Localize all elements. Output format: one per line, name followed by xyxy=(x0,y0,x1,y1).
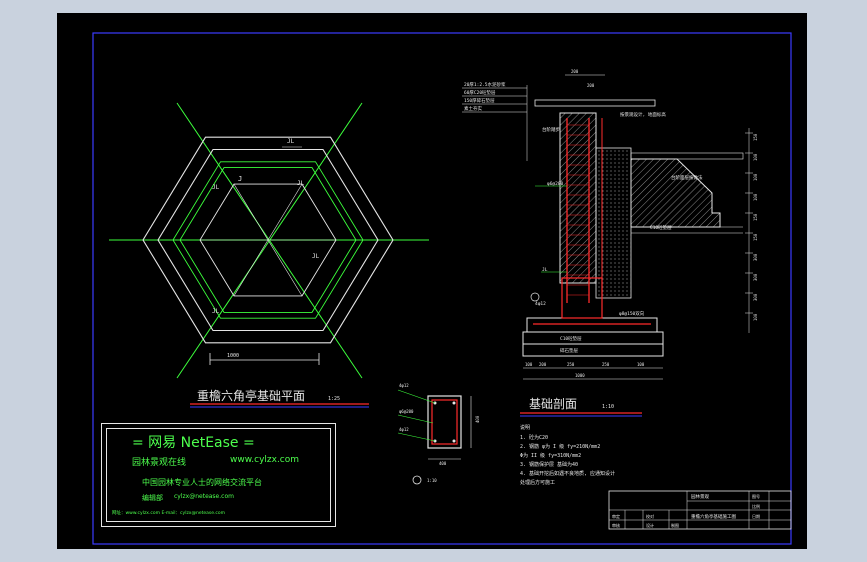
right-dim: 150 xyxy=(753,133,758,141)
detail-width: 400 xyxy=(439,461,447,466)
note-4: 3. 钢筋保护层 基础为40 xyxy=(520,461,578,468)
rebar-label-4: 4φ12 xyxy=(535,301,546,307)
jl-label-mid: JL xyxy=(297,180,305,187)
right-dim: 150 xyxy=(753,233,758,241)
right-dim: 100 xyxy=(753,313,758,321)
backfill xyxy=(595,147,632,299)
tb-cell-3: 校对 xyxy=(646,513,654,519)
detail-marker xyxy=(412,475,422,485)
hex-spoke xyxy=(233,239,269,297)
top-dim-1: 200 xyxy=(571,69,579,74)
tb-cell-2: 审核 xyxy=(612,522,620,528)
foundation-section: 20厚1:2.5水泥砂浆 60厚C20砼垫层 150厚碎石垫层 素土夯实 按景观… xyxy=(462,69,758,417)
jl-label-left: JL xyxy=(212,184,220,191)
tb-cell-7: 比例 xyxy=(752,503,760,509)
bottom-dim: 250 xyxy=(602,362,610,367)
tb-cell-1: 审定 xyxy=(612,513,620,519)
layer-label-3: 150厚碎石垫层 xyxy=(464,97,495,104)
bottom-dim: 250 xyxy=(567,362,575,367)
stirrup xyxy=(431,399,458,445)
hex-spoke xyxy=(267,239,303,297)
detail-label-3: 4φ12 xyxy=(399,427,409,432)
stamp-tagline: 中国园林专业人士的网络交流平台 xyxy=(142,478,262,487)
gravel-label: 碎石垫层 xyxy=(560,347,578,354)
jl-label-bottom: JL xyxy=(212,308,220,315)
footing xyxy=(526,317,658,333)
notes: 说明 1. 砼为C20 2. 钢筋 φ为 I 级 fy=210N/mm2 Φ为 … xyxy=(520,424,615,486)
layer-label-2: 60厚C20砼垫层 xyxy=(464,89,496,96)
section-scale: 1:10 xyxy=(602,404,614,410)
stamp-url[interactable]: www.cylzx.com xyxy=(230,455,299,465)
detail-scale: 1:10 xyxy=(427,478,437,483)
note-1: 1. 砼为C20 xyxy=(520,434,548,441)
stamp-footer: 网址：www.cylzx.com E-mail：cylzx@netease.co… xyxy=(112,511,226,516)
stamp-brand: = 网易 NetEase = xyxy=(132,435,255,451)
gravel-pad xyxy=(522,343,664,357)
right-dim: 300 xyxy=(753,253,758,261)
hexagon-plan: 1000 JL J JL JL JL JL 重檐六角亭基础平面 1:25 xyxy=(109,102,429,408)
tb-cell-6: 图号 xyxy=(752,493,760,499)
side-label: 台阶踏步 xyxy=(542,126,560,133)
tb-drawing: 重檐六角亭基础施工图 xyxy=(691,513,736,520)
plan-scale: 1:25 xyxy=(328,396,340,402)
right-dim: 100 xyxy=(753,193,758,201)
wall-column xyxy=(559,112,597,284)
beam-outline xyxy=(427,395,462,449)
right-dim: 300 xyxy=(753,273,758,281)
plan-dim-text: 1000 xyxy=(227,353,239,359)
section-title: 基础剖面 xyxy=(529,397,577,411)
note-3: Φ为 II 级 fy=310N/mm2 xyxy=(520,452,581,459)
right-dim: 150 xyxy=(753,213,758,221)
tb-cell-8: 日期 xyxy=(752,513,760,519)
jl-label-top: JL xyxy=(287,138,295,145)
tb-cell-5: 制图 xyxy=(671,522,679,528)
step-slab xyxy=(630,158,721,228)
tb-cell-4: 设计 xyxy=(646,522,654,528)
stamp-email-label: 编辑部 xyxy=(142,494,163,502)
stamp-email[interactable]: cylzx@netease.com xyxy=(174,493,234,500)
plan-title: 重檐六角亭基础平面 xyxy=(197,388,305,403)
top-dim-2: 200 xyxy=(587,83,595,88)
jl-label-right: JL xyxy=(312,253,320,260)
hex-spoke xyxy=(267,183,303,241)
right-dim: 100 xyxy=(753,173,758,181)
layer-label-4: 素土夯实 xyxy=(464,105,482,112)
bottom-dim: 100 xyxy=(637,362,645,367)
section-total-dim: 1000 xyxy=(575,373,585,378)
stamp-subtitle: 园林景观在线 xyxy=(132,458,187,468)
j-label: J xyxy=(238,175,242,183)
note-2: 2. 钢筋 φ为 I 级 fy=210N/mm2 xyxy=(520,443,600,450)
note-5: 4. 基础开挖后如遇不良地质, 应通知设计 xyxy=(520,470,615,477)
c10-label: C10砼垫层 xyxy=(650,224,672,231)
notes-heading: 说明 xyxy=(520,424,530,431)
layer-label-1: 20厚1:2.5水泥砂浆 xyxy=(464,81,506,88)
title-block: 园林景观 重檐六角亭基础施工图 审定 审核 校对 设计 制图 图号 比例 日期 xyxy=(608,490,792,530)
netease-stamp: = 网易 NetEase = 园林景观在线 www.cylzx.com 中国园林… xyxy=(101,423,336,527)
top-note: 按景观设计, 地面标高 xyxy=(620,111,666,118)
right-dim: 100 xyxy=(753,153,758,161)
right-dim: 300 xyxy=(753,293,758,301)
detail-height: 400 xyxy=(475,415,480,423)
bottom-dim: 200 xyxy=(539,362,547,367)
bottom-dim: 100 xyxy=(525,362,533,367)
rebar-label-5: φ8@150双向 xyxy=(619,310,645,317)
note-6: 处理后方可施工 xyxy=(520,479,555,486)
detail-label-2: φ6@200 xyxy=(399,409,414,414)
tb-project: 园林景观 xyxy=(691,493,709,500)
hex-spokes xyxy=(200,183,336,297)
beam-detail: 4φ12 φ6@200 4φ12 400 400 1:10 xyxy=(397,383,480,485)
hex-spoke xyxy=(233,183,269,241)
c10-bottom: C10砼垫层 xyxy=(560,335,582,342)
detail-label-1: 4φ12 xyxy=(399,383,409,388)
step-label: 台阶面层按做法 xyxy=(671,174,703,181)
c10-pad xyxy=(522,331,664,345)
